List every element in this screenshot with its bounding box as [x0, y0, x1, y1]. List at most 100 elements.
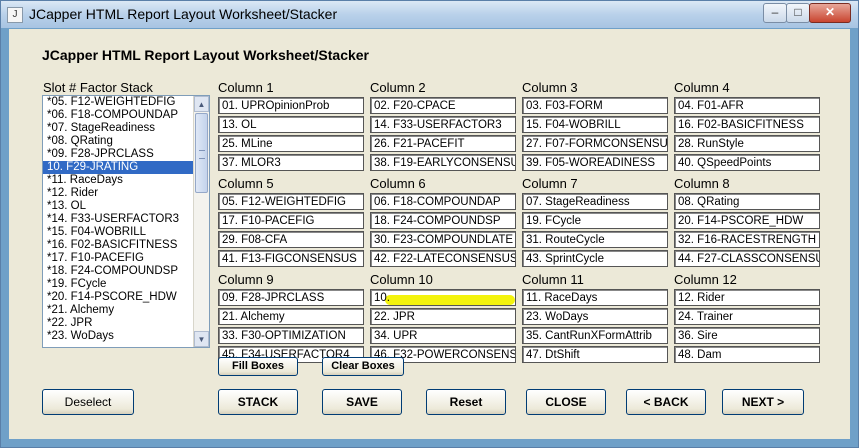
- list-item[interactable]: *06. F18-COMPOUNDAP: [43, 109, 193, 122]
- slot-box[interactable]: 34. UPR: [370, 327, 516, 344]
- list-item[interactable]: *21. Alchemy: [43, 304, 193, 317]
- slot-box[interactable]: 38. F19-EARLYCONSENSUS: [370, 154, 516, 171]
- slot-box[interactable]: 23. WoDays: [522, 308, 668, 325]
- column-6: Column 6 06. F18-COMPOUNDAP 18. F24-COMPOU…: [370, 176, 518, 269]
- column-label: Column 2: [370, 80, 426, 95]
- slot-box-text: 08. QRating: [678, 196, 740, 208]
- slot-box[interactable]: 28. RunStyle: [674, 135, 820, 152]
- slot-box[interactable]: 20. F14-PSCORE_HDW: [674, 212, 820, 229]
- slot-box[interactable]: 04. F01-AFR: [674, 97, 820, 114]
- list-scrollbar[interactable]: ▲ ▼: [193, 96, 209, 347]
- next-button[interactable]: NEXT >: [722, 389, 804, 415]
- slot-box[interactable]: 13. OL: [218, 116, 364, 133]
- list-item[interactable]: *05. F12-WEIGHTEDFIG: [43, 96, 193, 109]
- list-item[interactable]: *23. WoDays: [43, 330, 193, 343]
- list-item[interactable]: *14. F33-USERFACTOR3: [43, 213, 193, 226]
- slot-box[interactable]: 48. Dam: [674, 346, 820, 363]
- scroll-up-arrow-icon[interactable]: ▲: [194, 96, 209, 112]
- slot-box[interactable]: 17. F10-PACEFIG: [218, 212, 364, 229]
- list-item[interactable]: *20. F14-PSCORE_HDW: [43, 291, 193, 304]
- column-label: Column 1: [218, 80, 274, 95]
- slot-box[interactable]: 09. F28-JPRCLASS: [218, 289, 364, 306]
- slot-box[interactable]: 41. F13-FIGCONSENSUS: [218, 250, 364, 267]
- slot-box[interactable]: 03. F03-FORM: [522, 97, 668, 114]
- slot-box[interactable]: 33. F30-OPTIMIZATION: [218, 327, 364, 344]
- deselect-button[interactable]: Deselect: [42, 389, 134, 415]
- slot-box[interactable]: 02. F20-CPACE: [370, 97, 516, 114]
- slot-box[interactable]: 42. F22-LATECONSENSUS: [370, 250, 516, 267]
- slot-box[interactable]: 37. MLOR3: [218, 154, 364, 171]
- slot-box[interactable]: 35. CantRunXFormAttrib: [522, 327, 668, 344]
- slot-box[interactable]: 43. SprintCycle: [522, 250, 668, 267]
- column-label: Column 11: [522, 272, 584, 287]
- back-button[interactable]: < BACK: [626, 389, 706, 415]
- slot-box-text: 16. F02-BASICFITNESS: [678, 119, 804, 131]
- slot-box-text: 39. F05-WOREADINESS: [526, 157, 656, 169]
- slot-box-text: 32. F16-RACESTRENGTH: [678, 234, 817, 246]
- slot-box[interactable]: 21. Alchemy: [218, 308, 364, 325]
- slot-box[interactable]: 16. F02-BASICFITNESS: [674, 116, 820, 133]
- list-item[interactable]: *22. JPR: [43, 317, 193, 330]
- slot-box[interactable]: 24. Trainer: [674, 308, 820, 325]
- list-item[interactable]: *09. F28-JPRCLASS: [43, 148, 193, 161]
- slot-box[interactable]: 10.: [370, 289, 516, 306]
- minimize-button[interactable]: –: [763, 3, 787, 23]
- slot-box[interactable]: 11. RaceDays: [522, 289, 668, 306]
- slot-box[interactable]: 31. RouteCycle: [522, 231, 668, 248]
- slot-box[interactable]: 25. MLine: [218, 135, 364, 152]
- slot-box-text: 29. F08-CFA: [222, 234, 288, 246]
- slot-box-text: 31. RouteCycle: [526, 234, 605, 246]
- list-item[interactable]: *18. F24-COMPOUNDSP: [43, 265, 193, 278]
- close-button[interactable]: CLOSE: [526, 389, 606, 415]
- clear-boxes-button[interactable]: Clear Boxes: [322, 357, 404, 376]
- slot-box[interactable]: 39. F05-WOREADINESS: [522, 154, 668, 171]
- list-item[interactable]: *16. F02-BASICFITNESS: [43, 239, 193, 252]
- list-item[interactable]: *19. FCycle: [43, 278, 193, 291]
- reset-button[interactable]: Reset: [426, 389, 506, 415]
- stack-button[interactable]: STACK: [218, 389, 298, 415]
- slot-box[interactable]: 15. F04-WOBRILL: [522, 116, 668, 133]
- window-close-button[interactable]: ✕: [809, 3, 851, 23]
- list-item[interactable]: *12. Rider: [43, 187, 193, 200]
- list-item[interactable]: *13. OL: [43, 200, 193, 213]
- slot-box[interactable]: 14. F33-USERFACTOR3: [370, 116, 516, 133]
- slot-box-text: 13. OL: [222, 119, 257, 131]
- slot-box-text: 01. UPROpinionProb: [222, 100, 330, 112]
- list-item[interactable]: *15. F04-WOBRILL: [43, 226, 193, 239]
- slot-box[interactable]: 27. F07-FORMCONSENSUS: [522, 135, 668, 152]
- list-item[interactable]: *07. StageReadiness: [43, 122, 193, 135]
- slot-box[interactable]: 06. F18-COMPOUNDAP: [370, 193, 516, 210]
- slot-box[interactable]: 07. StageReadiness: [522, 193, 668, 210]
- scroll-down-arrow-icon[interactable]: ▼: [194, 331, 209, 347]
- slot-box[interactable]: 05. F12-WEIGHTEDFIG: [218, 193, 364, 210]
- slot-box-text: 27. F07-FORMCONSENSUS: [526, 138, 668, 150]
- slot-box[interactable]: 18. F24-COMPOUNDSP: [370, 212, 516, 229]
- slot-box[interactable]: 29. F08-CFA: [218, 231, 364, 248]
- slot-box[interactable]: 26. F21-PACEFIT: [370, 135, 516, 152]
- scroll-thumb[interactable]: [195, 113, 208, 193]
- slot-box[interactable]: 47. DtShift: [522, 346, 668, 363]
- fill-boxes-button[interactable]: Fill Boxes: [218, 357, 298, 376]
- column-label: Column 3: [522, 80, 578, 95]
- list-item[interactable]: *08. QRating: [43, 135, 193, 148]
- slot-box[interactable]: 08. QRating: [674, 193, 820, 210]
- slot-box[interactable]: 19. FCycle: [522, 212, 668, 229]
- factor-stack-list[interactable]: *05. F12-WEIGHTEDFIG *06. F18-COMPOUNDAP *…: [42, 95, 210, 348]
- slot-box[interactable]: 36. Sire: [674, 327, 820, 344]
- slot-box[interactable]: 44. F27-CLASSCONSENSUS: [674, 250, 820, 267]
- slot-box-text: 26. F21-PACEFIT: [374, 138, 465, 150]
- list-item[interactable]: *17. F10-PACEFIG: [43, 252, 193, 265]
- slot-box[interactable]: 22. JPR: [370, 308, 516, 325]
- list-item[interactable]: *11. RaceDays: [43, 174, 193, 187]
- slot-box[interactable]: 12. Rider: [674, 289, 820, 306]
- save-button[interactable]: SAVE: [322, 389, 402, 415]
- title-bar[interactable]: J JCapper HTML Report Layout Worksheet/S…: [1, 1, 858, 28]
- slot-box[interactable]: 30. F23-COMPOUNDLATE: [370, 231, 516, 248]
- slot-box[interactable]: 01. UPROpinionProb: [218, 97, 364, 114]
- slot-box[interactable]: 32. F16-RACESTRENGTH: [674, 231, 820, 248]
- slot-box[interactable]: 40. QSpeedPoints: [674, 154, 820, 171]
- slot-box-text: 23. WoDays: [526, 311, 589, 323]
- column-5: Column 5 05. F12-WEIGHTEDFIG 17. F10-PACEF…: [218, 176, 366, 269]
- list-item[interactable]: 10. F29-JRATING: [43, 161, 193, 174]
- maximize-button[interactable]: □: [786, 3, 810, 23]
